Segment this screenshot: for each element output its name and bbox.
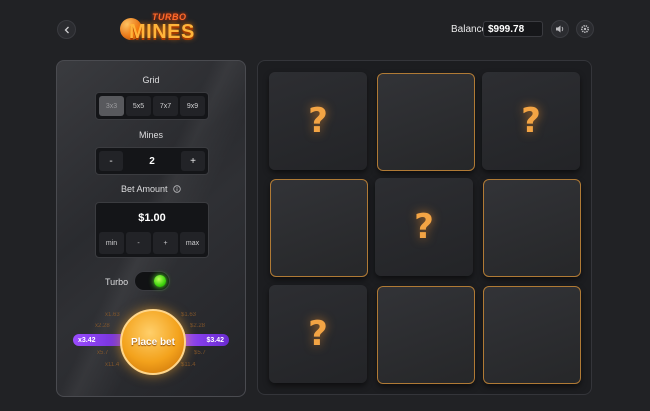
tile-1[interactable]: ?	[269, 72, 367, 170]
multiplier-right-top: $1.63	[181, 312, 197, 318]
bet-amount-label: Bet Amount	[120, 184, 168, 194]
back-button[interactable]	[57, 20, 76, 39]
tile-2[interactable]	[377, 73, 475, 171]
grid-option-3x3[interactable]: 3x3	[99, 96, 124, 116]
mines-label: Mines	[138, 130, 163, 140]
turbo-toggle[interactable]	[134, 271, 170, 291]
place-bet-button[interactable]: Place bet	[120, 309, 186, 375]
multiplier-right-2: $2.28	[190, 323, 206, 329]
question-mark-icon: ?	[308, 314, 328, 354]
multiplier-left-4: x5.7	[97, 350, 109, 356]
mines-board: ? ? ? ?	[257, 60, 592, 395]
multiplier-right-4: $5.7	[194, 350, 206, 356]
mines-value: 2	[149, 155, 155, 167]
turbo-label: Turbo	[105, 277, 129, 287]
grid-option-5x5[interactable]: 5x5	[126, 96, 151, 116]
chevron-left-icon	[64, 26, 69, 33]
bet-amount-box: $1.00 min - + max	[95, 202, 209, 258]
tile-4[interactable]	[270, 179, 368, 277]
gear-icon	[580, 24, 590, 34]
bet-amount-value[interactable]: $1.00	[99, 206, 205, 230]
info-icon[interactable]	[173, 185, 181, 193]
tile-5[interactable]: ?	[375, 178, 473, 276]
balance-value: $999.78	[483, 21, 543, 37]
question-mark-icon: ?	[414, 207, 434, 247]
multiplier-left-2: x2.28	[95, 323, 110, 329]
tile-6[interactable]	[483, 179, 581, 277]
bet-decrease-button[interactable]: -	[126, 232, 151, 254]
tile-9[interactable]	[483, 286, 581, 384]
game-logo: TURBO MINES	[118, 10, 195, 44]
bet-increase-button[interactable]: +	[153, 232, 178, 254]
question-mark-icon: ?	[521, 101, 541, 141]
turbo-toggle-knob	[154, 275, 166, 287]
bet-panel: Grid 3x3 5x5 7x7 9x9 Mines - 2 + Bet Amo…	[56, 60, 246, 397]
logo-mines-text: MINES	[129, 21, 195, 43]
grid-option-7x7[interactable]: 7x7	[153, 96, 178, 116]
multiplier-left-top: x1.63	[105, 312, 120, 318]
question-mark-icon: ?	[308, 101, 328, 141]
settings-button[interactable]	[576, 20, 594, 38]
grid-option-9x9[interactable]: 9x9	[180, 96, 205, 116]
multiplier-right-5: $11.4	[181, 362, 196, 368]
bet-min-button[interactable]: min	[99, 232, 124, 254]
mines-decrease-button[interactable]: -	[99, 151, 123, 171]
place-bet-label: Place bet	[131, 336, 175, 348]
bet-amount-label-row: Bet Amount	[57, 184, 245, 194]
speaker-icon	[556, 25, 564, 33]
grid-selector: 3x3 5x5 7x7 9x9	[95, 92, 209, 120]
sound-button[interactable]	[551, 20, 569, 38]
mines-stepper: - 2 +	[95, 147, 209, 175]
grid-label: Grid	[142, 75, 160, 85]
multiplier-left-5: x11.4	[105, 362, 120, 368]
tile-3[interactable]: ?	[482, 72, 580, 170]
bet-max-button[interactable]: max	[180, 232, 205, 254]
mines-increase-button[interactable]: +	[181, 151, 205, 171]
tile-8[interactable]	[377, 286, 475, 384]
tile-7[interactable]: ?	[269, 285, 367, 383]
